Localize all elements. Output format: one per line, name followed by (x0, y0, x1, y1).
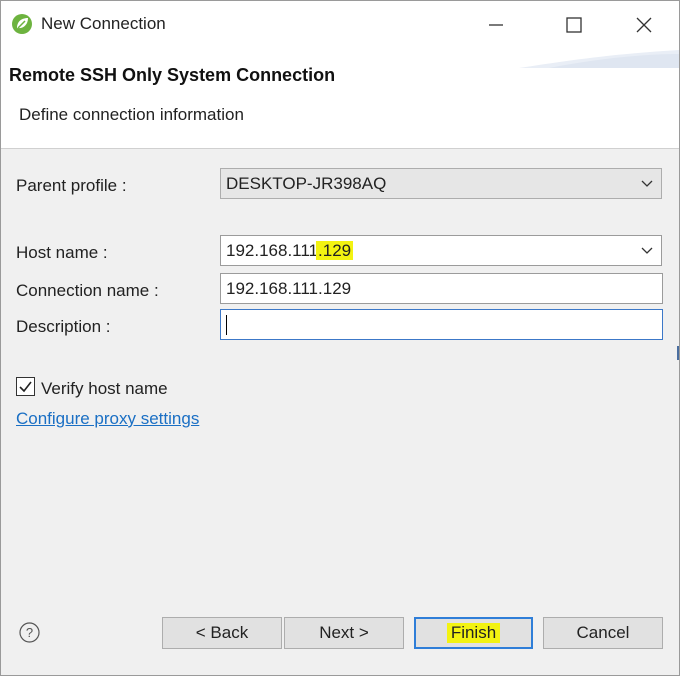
help-icon[interactable]: ? (19, 622, 40, 643)
cancel-button[interactable]: Cancel (543, 617, 663, 649)
verify-host-checkbox[interactable] (16, 377, 35, 396)
maximize-icon (566, 16, 582, 33)
maximize-button[interactable] (551, 1, 597, 48)
window-title: New Connection (41, 14, 166, 33)
description-label: Description : (16, 317, 111, 336)
chevron-down-icon (641, 180, 653, 187)
description-field[interactable] (220, 309, 663, 340)
host-name-value: 192.168.111.129 (226, 241, 354, 261)
connection-name-value: 192.168.111.129 (226, 279, 352, 298)
host-name-combo[interactable]: 192.168.111.129 (220, 235, 662, 266)
checkmark-icon (19, 381, 32, 393)
back-button[interactable]: < Back (162, 617, 282, 649)
connection-name-field[interactable]: 192.168.111.129 (220, 273, 663, 304)
minimize-button[interactable] (473, 1, 519, 48)
edge-marker (677, 346, 679, 360)
next-button[interactable]: Next > (284, 617, 404, 649)
close-icon (636, 17, 652, 32)
banner-decoration (519, 50, 679, 68)
connection-name-label: Connection name : (16, 281, 159, 300)
finish-label: Finish (446, 623, 501, 643)
host-name-value-prefix: 192.168.111 (226, 241, 319, 260)
new-connection-dialog: New Connection Remote SSH Only System Co… (0, 0, 680, 676)
host-name-label: Host name : (16, 243, 108, 262)
chevron-down-icon (641, 247, 653, 254)
svg-text:?: ? (26, 625, 33, 640)
close-button[interactable] (621, 1, 667, 48)
parent-profile-value: DESKTOP-JR398AQ (226, 174, 387, 193)
wizard-banner: Remote SSH Only System Connection Define… (1, 48, 679, 149)
configure-proxy-link[interactable]: Configure proxy settings (16, 409, 199, 429)
page-description: Define connection information (19, 105, 244, 124)
parent-profile-dropdown[interactable]: DESKTOP-JR398AQ (220, 168, 662, 199)
host-name-highlight: .129 (316, 241, 354, 260)
title-bar[interactable]: New Connection (1, 1, 679, 48)
page-title: Remote SSH Only System Connection (9, 65, 336, 85)
spring-leaf-icon (12, 14, 32, 34)
text-caret (226, 315, 227, 335)
verify-host-label[interactable]: Verify host name (41, 379, 168, 399)
parent-profile-label: Parent profile : (16, 176, 127, 195)
finish-button[interactable]: Finish (414, 617, 533, 649)
minimize-icon (489, 23, 503, 26)
